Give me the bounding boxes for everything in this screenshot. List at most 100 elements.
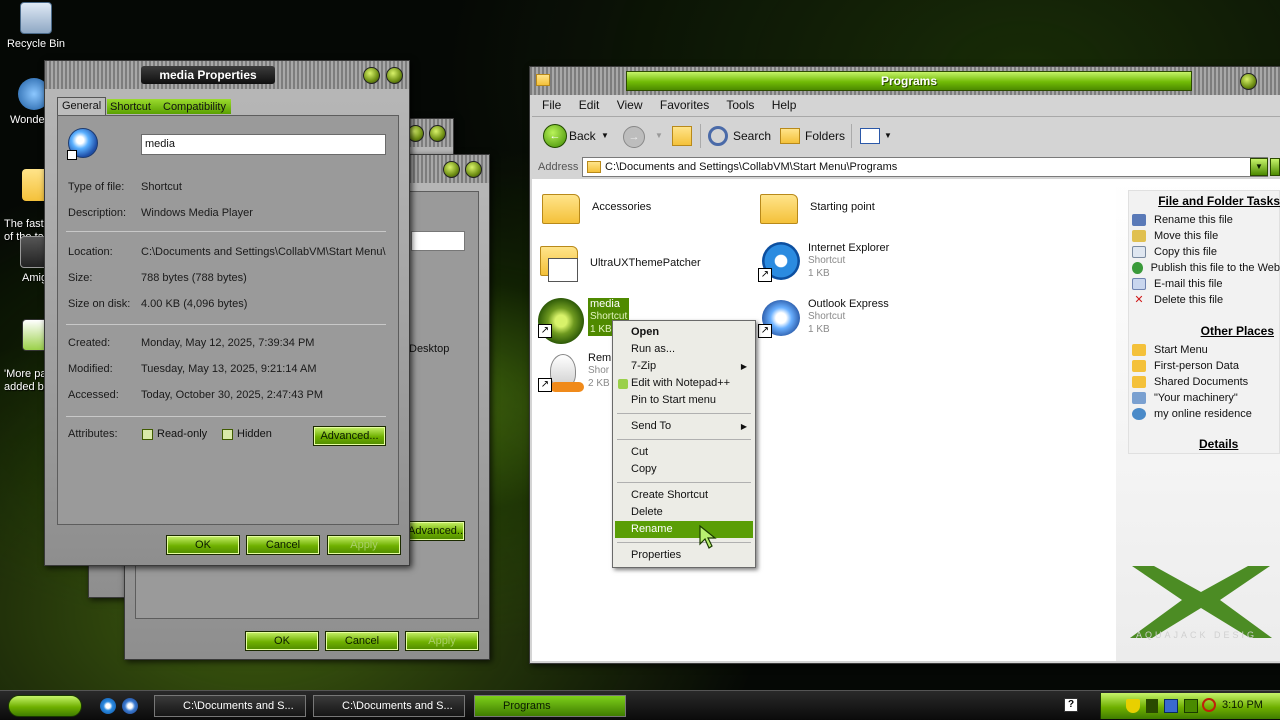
- checkbox-box[interactable]: [222, 428, 233, 440]
- address-go-button[interactable]: [1270, 158, 1280, 176]
- first-person-data-link[interactable]: First-person Data: [1132, 358, 1260, 374]
- cancel-button[interactable]: Cancel: [325, 631, 399, 651]
- menu-separator: [617, 413, 751, 414]
- ok-button[interactable]: OK: [166, 535, 240, 555]
- tab-shortcut[interactable]: Shortcut: [110, 100, 151, 114]
- shortcut-remote[interactable]: ↗ Rem Shor 2 KB: [538, 352, 611, 392]
- menu-view[interactable]: View: [617, 98, 643, 112]
- address-field[interactable]: C:\Documents and Settings\CollabVM\Start…: [582, 157, 1268, 177]
- folders-button[interactable]: Folders: [805, 122, 845, 150]
- shared-documents-link[interactable]: Shared Documents: [1132, 374, 1260, 390]
- cancel-button[interactable]: Cancel: [246, 535, 320, 555]
- clock[interactable]: 3:10 PM: [1222, 699, 1263, 711]
- menu-item-rename[interactable]: Rename: [615, 521, 753, 538]
- menu-file[interactable]: File: [542, 98, 561, 112]
- email-file-link[interactable]: E-mail this file: [1132, 276, 1280, 292]
- tab-general[interactable]: General: [57, 97, 107, 115]
- minimize-button[interactable]: [1240, 73, 1257, 90]
- internet-explorer-icon: ↗: [758, 242, 802, 282]
- search-icon[interactable]: [708, 126, 728, 146]
- menu-item-run-as[interactable]: Run as...: [615, 341, 753, 358]
- views-icon[interactable]: [860, 128, 880, 144]
- menu-item-delete[interactable]: Delete: [615, 504, 753, 521]
- back-dropdown-icon[interactable]: ▼: [601, 122, 609, 150]
- tray-app-icon[interactable]: [1184, 699, 1198, 713]
- apply-button[interactable]: Apply: [327, 535, 401, 555]
- folder-starting-point[interactable]: Starting point: [760, 188, 875, 228]
- security-alert-icon[interactable]: [1126, 699, 1140, 713]
- back-arrow-icon[interactable]: ←: [543, 124, 567, 148]
- quicklaunch-ie-icon[interactable]: [100, 698, 116, 714]
- address-dropdown-icon[interactable]: ▼: [1250, 158, 1268, 176]
- online-residence-link[interactable]: my online residence: [1132, 406, 1260, 422]
- start-menu-link[interactable]: Start Menu: [1132, 342, 1260, 358]
- publish-file-link[interactable]: Publish this file to the Web: [1132, 260, 1280, 276]
- file-name: media: [590, 298, 620, 310]
- move-file-link[interactable]: Move this file: [1132, 228, 1280, 244]
- close-button[interactable]: [429, 125, 446, 142]
- advanced-button[interactable]: Advanced...: [407, 521, 466, 541]
- file-type: Shortcut: [808, 311, 846, 322]
- menu-item-7zip[interactable]: 7-Zip ▶: [615, 358, 753, 375]
- help-tray-icon[interactable]: ?: [1064, 698, 1078, 712]
- close-button[interactable]: [386, 67, 403, 84]
- desktop-icon-amiga[interactable]: Amig: [0, 236, 48, 284]
- desktop-icon-wonder[interactable]: Wonde: [0, 78, 48, 126]
- menu-item-pin-start[interactable]: Pin to Start menu: [615, 392, 753, 409]
- taskbar-button-programs[interactable]: Programs: [474, 695, 626, 717]
- other-places-heading[interactable]: Other Places: [1132, 324, 1274, 338]
- taskbar-button-properties-2[interactable]: C:\Documents and S...: [313, 695, 465, 717]
- watermark-text: AQUAJACK DESIG: [1136, 630, 1258, 640]
- copy-file-link[interactable]: Copy this file: [1132, 244, 1280, 260]
- start-button[interactable]: [8, 695, 82, 717]
- shortcut-outlook-express[interactable]: ↗ Outlook Express Shortcut 1 KB: [758, 298, 889, 338]
- name-field[interactable]: media: [141, 134, 386, 155]
- back-button[interactable]: Back: [569, 122, 596, 150]
- menu-item-properties[interactable]: Properties: [615, 547, 753, 564]
- hidden-checkbox[interactable]: Hidden: [222, 428, 272, 440]
- quicklaunch-browser-icon[interactable]: [122, 698, 138, 714]
- media-player-icon: ↗: [538, 298, 584, 344]
- your-machinery-link[interactable]: "Your machinery": [1132, 390, 1260, 406]
- apply-button[interactable]: Apply: [405, 631, 479, 651]
- menu-item-cut[interactable]: Cut: [615, 444, 753, 461]
- rename-file-link[interactable]: Rename this file: [1132, 212, 1280, 228]
- menu-tools[interactable]: Tools: [726, 98, 754, 112]
- volume-icon[interactable]: [1146, 699, 1158, 713]
- tab-compatibility[interactable]: Compatibility: [163, 100, 226, 114]
- ok-button[interactable]: OK: [245, 631, 319, 651]
- forward-dropdown-icon[interactable]: ▼: [655, 122, 663, 150]
- menu-item-create-shortcut[interactable]: Create Shortcut: [615, 487, 753, 504]
- advanced-button[interactable]: Advanced...: [313, 426, 386, 446]
- menu-edit[interactable]: Edit: [579, 98, 600, 112]
- checkbox-box[interactable]: [142, 428, 153, 440]
- folder-accessories[interactable]: Accessories: [542, 188, 651, 228]
- folders-icon[interactable]: [780, 128, 800, 144]
- search-button[interactable]: Search: [733, 122, 771, 150]
- readonly-checkbox[interactable]: Read-only: [142, 428, 207, 440]
- name-field[interactable]: [411, 231, 465, 251]
- menu-favorites[interactable]: Favorites: [660, 98, 709, 112]
- forward-arrow-icon[interactable]: →: [623, 126, 645, 148]
- desktop-icon-recycle-bin[interactable]: Recycle Bin: [0, 2, 72, 50]
- menu-help[interactable]: Help: [772, 98, 797, 112]
- network-icon[interactable]: [1164, 699, 1178, 713]
- folder-ultrauxthemepatcher[interactable]: UltraUXThemePatcher: [540, 240, 701, 282]
- views-dropdown-icon[interactable]: ▼: [884, 122, 892, 150]
- menu-item-open[interactable]: Open: [615, 324, 753, 341]
- file-tasks-heading[interactable]: File and Folder Tasks: [1132, 194, 1280, 208]
- menu-item-copy[interactable]: Copy: [615, 461, 753, 478]
- shortcut-internet-explorer[interactable]: ↗ Internet Explorer Shortcut 1 KB: [758, 242, 889, 282]
- desktop-icon-more[interactable]: 'More pa added b: [0, 306, 48, 407]
- accessed-value: Today, October 30, 2025, 2:47:43 PM: [141, 389, 324, 401]
- taskbar-button-properties-1[interactable]: C:\Documents and S...: [154, 695, 306, 717]
- close-button[interactable]: [465, 161, 482, 178]
- details-heading[interactable]: Details: [1199, 437, 1238, 451]
- search-tray-icon[interactable]: [1202, 698, 1216, 712]
- minimize-button[interactable]: [443, 161, 460, 178]
- up-folder-icon[interactable]: [672, 126, 692, 146]
- menu-item-send-to[interactable]: Send To ▶: [615, 418, 753, 435]
- delete-file-link[interactable]: ✕ Delete this file: [1132, 292, 1280, 308]
- help-button[interactable]: [363, 67, 380, 84]
- menu-item-edit-notepadpp[interactable]: Edit with Notepad++: [615, 375, 753, 392]
